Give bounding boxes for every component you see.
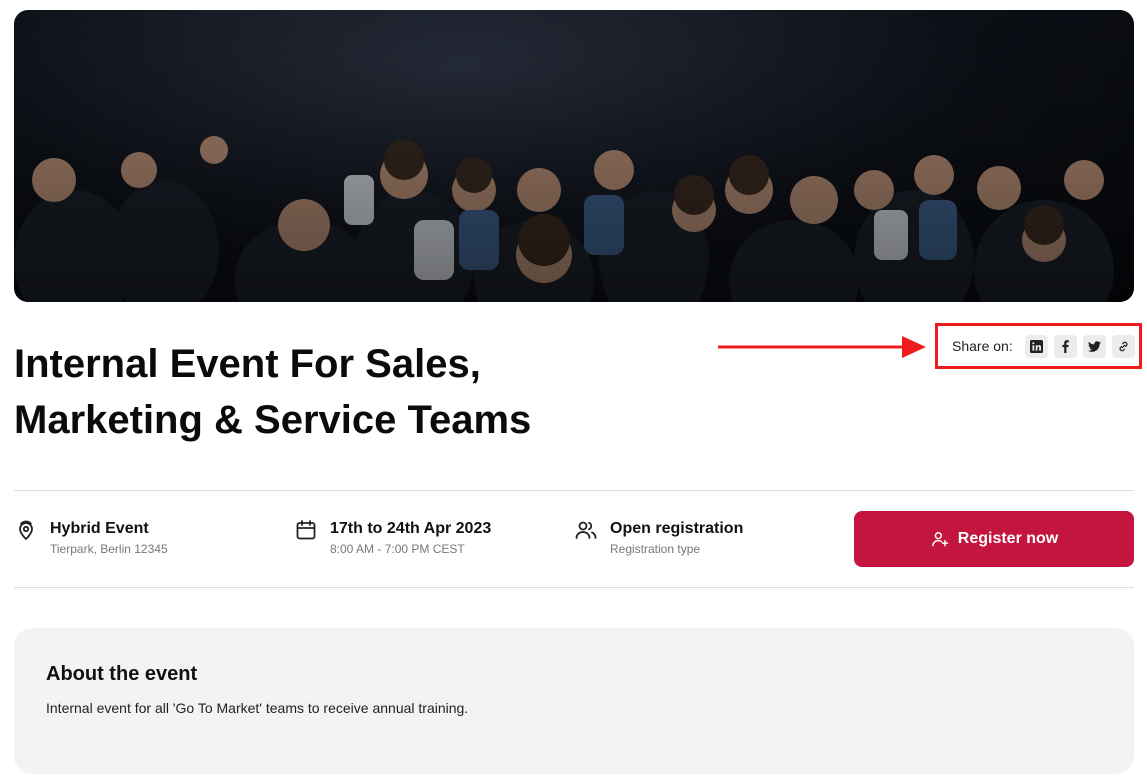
date-title: 17th to 24th Apr 2023 [330,520,492,537]
share-twitter-button[interactable] [1082,334,1106,358]
event-title: Internal Event For Sales, Marketing & Se… [14,342,532,442]
event-registration-type: Open registration Registration type [574,518,743,556]
registration-subtitle: Registration type [610,542,701,556]
share-facebook-button[interactable] [1053,334,1077,358]
share-bar: Share on: [952,334,1135,358]
users-icon [574,518,598,542]
add-user-icon [931,532,949,547]
about-heading: About the event [46,663,198,685]
share-label: Share on: [952,338,1013,354]
location-title: Hybrid Event [50,520,149,537]
divider [14,587,1134,588]
divider [14,490,1134,491]
facebook-icon [1062,339,1069,353]
register-now-button[interactable]: Register now [854,511,1134,567]
linkedin-icon [1029,339,1043,353]
location-subtitle: Tierpark, Berlin 12345 [50,542,168,556]
location-pin-icon [14,518,38,542]
about-event-card: About the event Internal event for all '… [14,628,1134,774]
copy-link-button[interactable] [1111,334,1135,358]
event-date: 17th to 24th Apr 2023 8:00 AM - 7:00 PM … [294,518,491,556]
hero-image [14,10,1134,302]
about-description: Internal event for all 'Go To Market' te… [46,700,469,716]
annotation-arrow [718,336,926,358]
audience-illustration [14,10,1134,302]
date-subtitle: 8:00 AM - 7:00 PM CEST [330,542,465,556]
registration-title: Open registration [610,520,744,537]
calendar-icon [294,518,318,542]
share-linkedin-button[interactable] [1024,334,1048,358]
link-icon [1119,341,1128,351]
event-location: Hybrid Event Tierpark, Berlin 12345 [14,518,168,556]
register-now-label: Register now [957,530,1059,547]
twitter-icon [1087,340,1101,352]
